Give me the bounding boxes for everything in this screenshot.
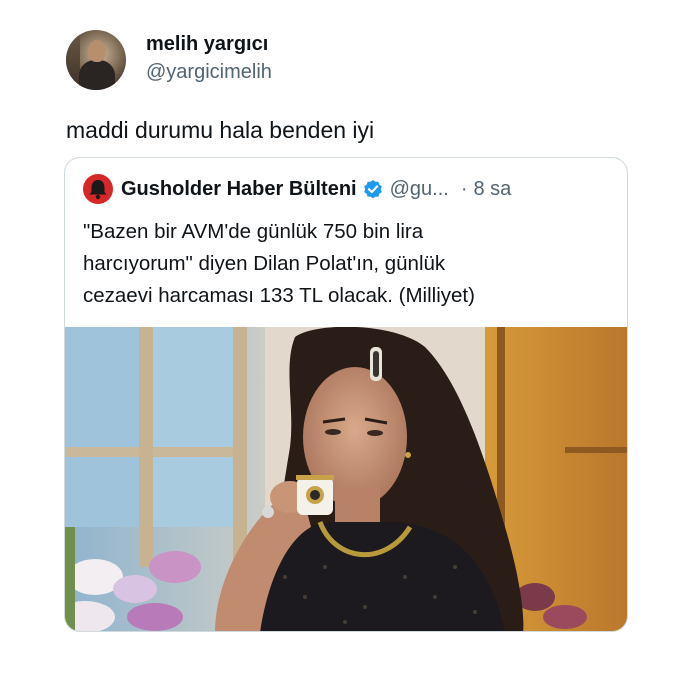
quoted-display-name[interactable]: Gusholder Haber Bülteni	[121, 178, 357, 201]
quoted-avatar[interactable]	[83, 174, 113, 204]
author-display-name[interactable]: melih yargıcı	[146, 33, 268, 56]
quoted-tweet[interactable]: Gusholder Haber Bülteni @gu... · 8 sa "B…	[64, 157, 628, 632]
tweet-text: maddi durumu hala benden iyi	[66, 117, 375, 143]
media-photo	[65, 327, 627, 631]
quoted-text-line: "Bazen bir AVM'de günlük 750 bin lira	[83, 220, 424, 243]
bell-logo-icon	[89, 180, 107, 200]
tweet-card: melih yargıcı @yargicimelih maddi durumu…	[0, 0, 690, 678]
quoted-tweet-text: "Bazen bir AVM'de günlük 750 bin lira ha…	[83, 216, 613, 312]
quoted-handle[interactable]: @gu...	[390, 178, 449, 201]
separator-dot: ·	[460, 177, 468, 200]
avatar-body	[79, 60, 115, 90]
verified-badge-icon	[363, 180, 382, 199]
avatar-background	[66, 30, 80, 90]
quoted-text-line: harcıyorum" diyen Dilan Polat'ın, günlük	[83, 252, 446, 275]
quoted-timestamp[interactable]: 8 sa	[473, 178, 511, 201]
avatar-head	[88, 40, 106, 62]
avatar[interactable]	[66, 30, 126, 90]
quoted-text-line: cezaevi harcaması 133 TL olacak. (Milliy…	[83, 284, 475, 307]
author-handle[interactable]: @yargicimelih	[146, 61, 272, 84]
quoted-tweet-header: Gusholder Haber Bülteni @gu... · 8 sa	[83, 174, 613, 204]
quoted-media-image[interactable]	[65, 327, 627, 631]
